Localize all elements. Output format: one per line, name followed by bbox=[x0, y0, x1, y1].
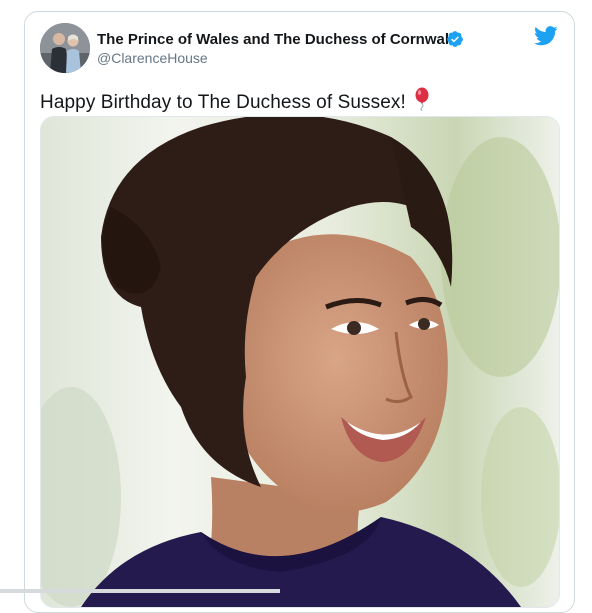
horizontal-scrollbar[interactable] bbox=[0, 589, 280, 593]
avatar[interactable] bbox=[40, 23, 90, 73]
twitter-bird-icon[interactable] bbox=[534, 26, 558, 46]
tweet-photo[interactable] bbox=[40, 116, 560, 608]
user-handle[interactable]: @ClarenceHouse bbox=[97, 50, 208, 66]
verified-badge-icon bbox=[447, 31, 463, 47]
tweet-text-content: Happy Birthday to The Duchess of Sussex! bbox=[40, 92, 406, 113]
balloon-icon bbox=[414, 87, 430, 117]
tweet-text: Happy Birthday to The Duchess of Sussex! bbox=[40, 87, 430, 117]
display-name[interactable]: The Prince of Wales and The Duchess of C… bbox=[97, 31, 453, 48]
tweet-card[interactable]: The Prince of Wales and The Duchess of C… bbox=[24, 11, 575, 613]
